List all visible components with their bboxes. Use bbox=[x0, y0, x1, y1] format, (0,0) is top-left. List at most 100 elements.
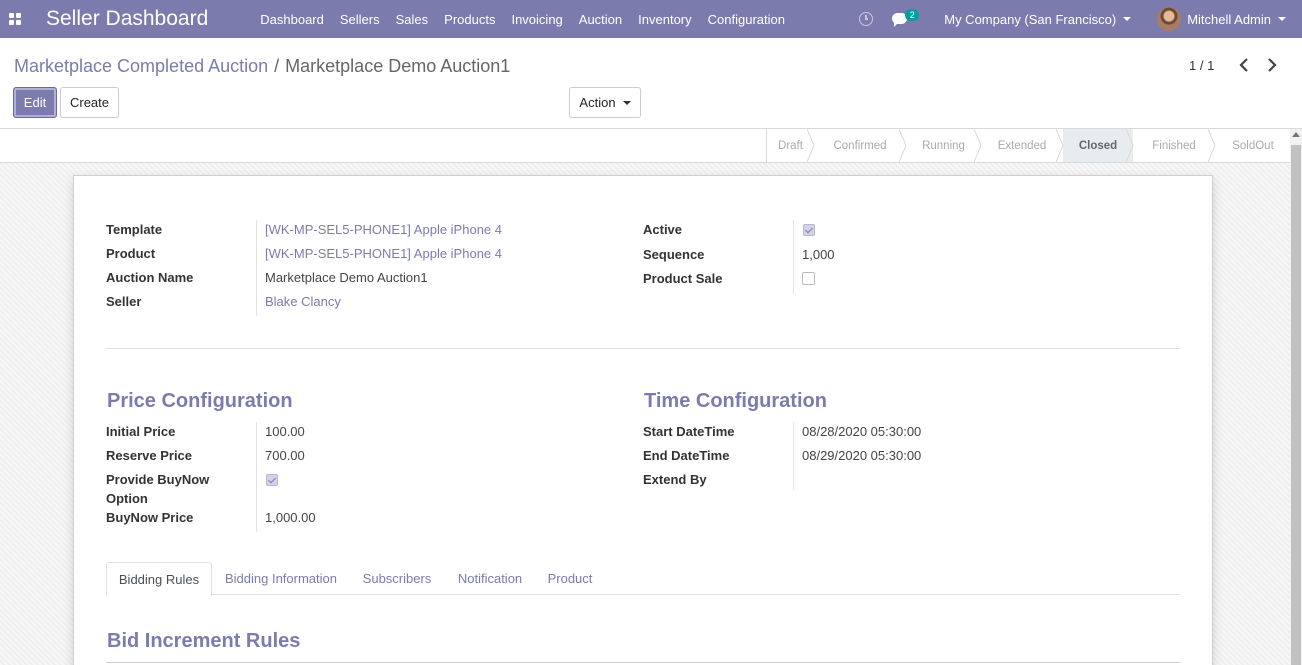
stage-label: Closed bbox=[1078, 139, 1118, 152]
stage-label: Running bbox=[922, 139, 965, 152]
template-label: Template bbox=[106, 222, 163, 237]
field-divider bbox=[793, 220, 794, 294]
stage-running[interactable]: Running bbox=[906, 129, 982, 162]
menu-item-inventory[interactable]: Inventory bbox=[630, 12, 699, 27]
menu-item-sales[interactable]: Sales bbox=[388, 12, 437, 27]
messaging-button[interactable]: 2 bbox=[892, 9, 922, 29]
menu-item-sellers[interactable]: Sellers bbox=[332, 12, 388, 27]
buynow-option-label-continued: Option bbox=[106, 491, 148, 506]
chevron-right-icon bbox=[1268, 58, 1277, 72]
stage-confirmed[interactable]: Confirmed bbox=[814, 129, 907, 162]
stage-pipeline: Draft Confirmed Running Extended Closed … bbox=[766, 129, 1291, 163]
top-navbar: Seller Dashboard Dashboard Sellers Sales… bbox=[0, 0, 1302, 38]
tab-subscribers[interactable]: Subscribers bbox=[351, 562, 443, 595]
template-value-link[interactable]: [WK-MP-SEL5-PHONE1] Apple iPhone 4 bbox=[265, 220, 502, 239]
tab-bidding-information[interactable]: Bidding Information bbox=[216, 562, 346, 595]
sequence-value: 1,000 bbox=[802, 247, 835, 262]
initial-price-label: Initial Price bbox=[106, 424, 176, 439]
edit-button[interactable]: Edit bbox=[13, 87, 57, 118]
apps-menu-icon[interactable] bbox=[0, 0, 30, 38]
reserve-price-label: Reserve Price bbox=[106, 448, 193, 463]
time-configuration-title: Time Configuration bbox=[644, 390, 827, 412]
activity-clock-icon[interactable] bbox=[859, 12, 874, 26]
stage-label: Extended bbox=[997, 139, 1047, 152]
field-divider bbox=[256, 220, 257, 316]
avatar bbox=[1157, 7, 1182, 31]
buynow-price-value: 1,000.00 bbox=[265, 510, 316, 525]
main-menu: Dashboard Sellers Sales Products Invoici… bbox=[252, 12, 793, 27]
tab-notification[interactable]: Notification bbox=[448, 562, 532, 595]
chevron-left-icon bbox=[1239, 58, 1248, 72]
stage-arrow-icon bbox=[899, 129, 907, 162]
stage-label: SoldOut bbox=[1232, 139, 1274, 152]
stage-finished[interactable]: Finished bbox=[1133, 129, 1216, 162]
active-checkbox[interactable] bbox=[803, 224, 815, 236]
chevron-down-icon bbox=[1123, 17, 1132, 21]
pager-value[interactable]: 1 / 1 bbox=[1189, 58, 1214, 73]
bid-increment-rules-title: Bid Increment Rules bbox=[107, 630, 301, 652]
chat-count-badge: 2 bbox=[905, 9, 920, 21]
user-menu[interactable]: Mitchell Admin bbox=[1157, 7, 1286, 31]
buynow-option-label: Provide BuyNow bbox=[106, 472, 210, 487]
product-label: Product bbox=[106, 246, 156, 261]
navbar-systray: 2 My Company (San Francisco) Mitchell Ad… bbox=[859, 0, 1302, 38]
company-name: My Company (San Francisco) bbox=[944, 11, 1117, 27]
product-sale-checkbox[interactable] bbox=[802, 272, 815, 285]
product-sale-label: Product Sale bbox=[643, 271, 723, 286]
buynow-price-label: BuyNow Price bbox=[106, 510, 194, 525]
user-name: Mitchell Admin bbox=[1187, 11, 1271, 27]
stage-label: Draft bbox=[778, 139, 803, 152]
active-label: Active bbox=[643, 222, 683, 237]
scroll-up-arrow-icon[interactable] bbox=[1292, 132, 1300, 137]
create-button[interactable]: Create bbox=[60, 87, 119, 118]
pager-previous-button[interactable] bbox=[1239, 58, 1249, 72]
menu-item-configuration[interactable]: Configuration bbox=[700, 12, 793, 27]
pager-next-button[interactable] bbox=[1267, 58, 1277, 72]
chevron-down-icon bbox=[622, 100, 631, 105]
extend-by-label: Extend By bbox=[643, 472, 707, 487]
field-divider bbox=[256, 422, 257, 532]
menu-item-invoicing[interactable]: Invoicing bbox=[503, 12, 570, 27]
chevron-down-icon bbox=[1278, 17, 1286, 21]
breadcrumb-separator: / bbox=[274, 56, 280, 76]
scrollbar-thumb[interactable] bbox=[1291, 145, 1301, 665]
initial-price-value: 100.00 bbox=[265, 424, 305, 439]
stage-arrow-icon bbox=[807, 129, 821, 162]
action-dropdown-button[interactable]: Action bbox=[569, 87, 641, 118]
stage-label: Confirmed bbox=[833, 139, 887, 152]
menu-item-products[interactable]: Products bbox=[436, 12, 503, 27]
stage-arrow-icon bbox=[1126, 129, 1134, 162]
stage-arrow-icon bbox=[1208, 129, 1216, 162]
auction-name-value: Marketplace Demo Auction1 bbox=[265, 270, 428, 285]
menu-item-dashboard[interactable]: Dashboard bbox=[252, 12, 332, 27]
seller-value-link[interactable]: Blake Clancy bbox=[265, 292, 341, 311]
action-label: Action bbox=[579, 95, 616, 110]
start-datetime-label: Start DateTime bbox=[643, 424, 735, 439]
tab-bidding-rules[interactable]: Bidding Rules bbox=[106, 562, 212, 596]
status-bar: Draft Confirmed Running Extended Closed … bbox=[0, 129, 1302, 163]
breadcrumb-parent-link[interactable]: Marketplace Completed Auction bbox=[14, 56, 268, 76]
field-divider bbox=[793, 422, 794, 490]
stage-arrow-icon bbox=[974, 129, 982, 162]
stage-closed-active[interactable]: Closed bbox=[1063, 129, 1134, 162]
menu-item-auction[interactable]: Auction bbox=[571, 12, 630, 27]
start-datetime-value: 08/28/2020 05:30:00 bbox=[802, 424, 922, 439]
stage-arrow-icon bbox=[1056, 129, 1064, 162]
table-top-border bbox=[106, 662, 1180, 663]
product-value-link[interactable]: [WK-MP-SEL5-PHONE1] Apple iPhone 4 bbox=[265, 244, 502, 263]
auction-name-label: Auction Name bbox=[106, 270, 194, 285]
buynow-option-checkbox[interactable] bbox=[266, 474, 278, 486]
stage-soldout[interactable]: SoldOut bbox=[1215, 129, 1291, 162]
breadcrumb-current: Marketplace Demo Auction1 bbox=[285, 56, 511, 76]
app-brand: Seller Dashboard bbox=[46, 7, 209, 30]
company-switcher[interactable]: My Company (San Francisco) bbox=[944, 11, 1132, 27]
reserve-price-value: 700.00 bbox=[265, 448, 305, 463]
notebook-tabs: Bidding Rules Bidding Information Subscr… bbox=[106, 562, 1180, 596]
section-divider bbox=[106, 348, 1180, 349]
breadcrumb: Marketplace Completed Auction / Marketplac… bbox=[14, 56, 510, 77]
stage-extended[interactable]: Extended bbox=[981, 129, 1064, 162]
tab-product[interactable]: Product bbox=[538, 562, 602, 595]
stage-label: Finished bbox=[1152, 139, 1196, 152]
stage-draft[interactable]: Draft bbox=[767, 129, 821, 162]
seller-label: Seller bbox=[106, 294, 142, 309]
